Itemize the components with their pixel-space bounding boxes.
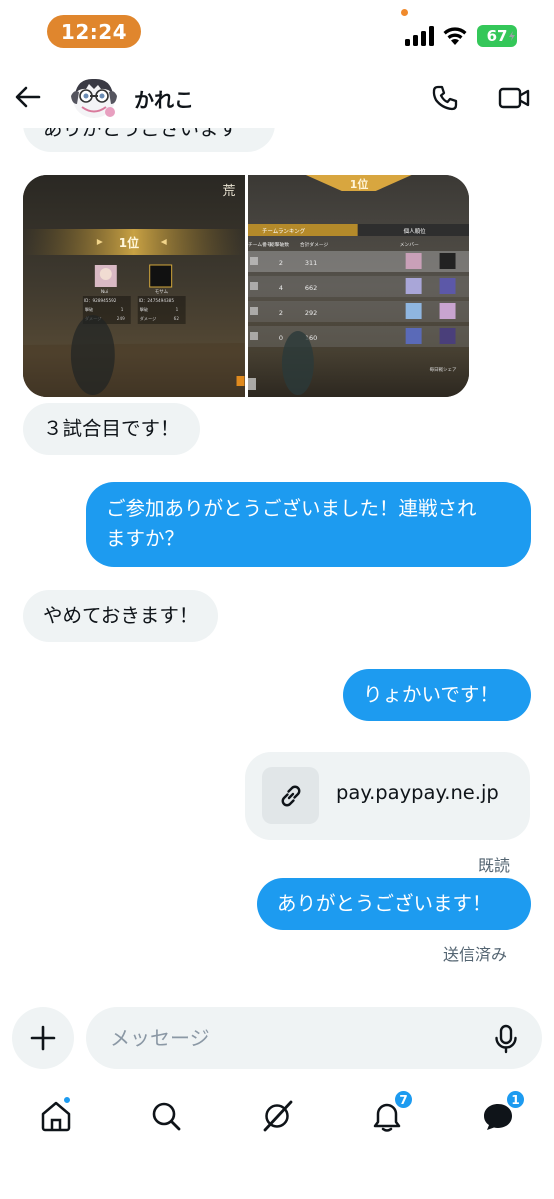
svg-text:ID：928945592: ID：928945592 (84, 298, 117, 303)
rank-label-left: 1位 (119, 235, 139, 250)
game-glyph: 荒 (223, 184, 236, 199)
link-icon (281, 785, 300, 806)
svg-text:62: 62 (174, 316, 180, 321)
svg-text:1: 1 (121, 307, 124, 312)
svg-text:個人順位: 個人順位 (403, 227, 425, 235)
svg-text:1: 1 (176, 307, 179, 312)
notifications-badge: 7 (393, 1089, 414, 1110)
svg-text:2: 2 (278, 259, 282, 267)
bottom-navigation: 7 1 (0, 1086, 554, 1146)
nav-grok[interactable] (253, 1092, 301, 1140)
svg-text:ダメージ: ダメージ (140, 315, 157, 322)
message-bubble-outgoing[interactable]: ご参加ありがとうございました！連戦され ますか？ (86, 482, 531, 567)
message-bubble-incoming[interactable]: やめておきます！ (23, 590, 219, 642)
svg-text:249: 249 (117, 316, 125, 321)
svg-text:撃破: 撃破 (85, 306, 93, 313)
game-result-screenshot-left[interactable]: 荒 1位 Nui モサム ID：928945592 ID：2475494385 … (23, 175, 245, 397)
svg-text:0: 0 (278, 334, 282, 342)
svg-text:チームランキング: チームランキング (261, 227, 305, 235)
cellular-signal-icon (405, 26, 434, 46)
message-composer (0, 1004, 554, 1074)
messages-badge: 1 (505, 1089, 526, 1110)
svg-text:292: 292 (304, 309, 316, 317)
search-icon (152, 1102, 181, 1131)
status-bar: 12:24 67 (0, 0, 554, 62)
message-bubble-incoming[interactable]: ３試合目です！ (23, 403, 200, 455)
svg-text:撃破: 撃破 (140, 306, 148, 313)
message-text-line: ご参加ありがとうございました！連戦され (106, 497, 477, 520)
game-result-screenshot-right[interactable]: 1位 チームランキング 個人順位 チーム番号 総撃破数 合計ダメージ メンバー … (247, 175, 470, 397)
svg-text:ID：2475494385: ID：2475494385 (139, 298, 175, 303)
svg-text:1位: 1位 (349, 177, 368, 191)
back-button[interactable] (10, 79, 46, 115)
svg-text:メンバー: メンバー (399, 242, 418, 248)
svg-text:311: 311 (304, 259, 316, 267)
svg-text:総撃破数: 総撃破数 (269, 241, 288, 248)
link-preview-card[interactable]: pay.paypay.ne.jp (245, 752, 530, 840)
link-domain[interactable]: pay.paypay.ne.jp (336, 781, 499, 804)
message-thread[interactable]: ありがとうございます 荒 1位 Nui モサム ID：928945592 ID：… (0, 110, 554, 980)
wifi-icon (443, 27, 467, 45)
read-receipt: 既読 (478, 856, 511, 875)
nav-notifications[interactable]: 7 (363, 1089, 414, 1140)
voice-message-button[interactable] (488, 1021, 524, 1057)
svg-text:662: 662 (304, 284, 316, 292)
message-text-line: ますか？ (106, 527, 185, 550)
arrow-left-icon (15, 86, 41, 108)
message-bubble-outgoing[interactable]: ありがとうございます！ (257, 878, 531, 930)
nav-search[interactable] (142, 1092, 190, 1140)
video-call-button[interactable] (494, 80, 534, 116)
contact-name[interactable]: かれこ (134, 84, 194, 113)
message-bubble-outgoing[interactable]: りょかいです！ (343, 669, 531, 721)
voice-call-button[interactable] (427, 80, 463, 116)
nav-home[interactable] (32, 1092, 80, 1140)
svg-text:4: 4 (278, 284, 282, 292)
svg-text:Nui: Nui (101, 289, 108, 295)
add-attachment-button[interactable] (12, 1007, 74, 1069)
plus-icon (30, 1025, 56, 1051)
svg-text:合計ダメージ: 合計ダメージ (299, 241, 328, 248)
svg-text:チーム番号: チーム番号 (248, 241, 272, 248)
video-camera-icon (498, 87, 530, 109)
link-icon-container (262, 767, 319, 824)
sent-status: 送信済み (443, 945, 508, 964)
svg-text:毎日戦シェア: 毎日戦シェア (429, 366, 456, 373)
grok-icon (263, 1100, 293, 1132)
battery-charging-icon (509, 31, 515, 41)
privacy-indicator-dot (401, 9, 408, 16)
home-notification-dot (62, 1095, 72, 1105)
status-time: 12:24 (47, 15, 141, 48)
image-attachments[interactable]: 荒 1位 Nui モサム ID：928945592 ID：2475494385 … (23, 175, 469, 397)
phone-icon (432, 85, 458, 111)
contact-avatar[interactable] (68, 74, 120, 120)
microphone-icon (495, 1024, 517, 1054)
message-input[interactable] (86, 1007, 542, 1069)
nav-messages[interactable]: 1 (474, 1089, 526, 1140)
svg-text:2: 2 (278, 309, 282, 317)
conversation-header: かれこ (0, 66, 554, 128)
svg-text:モサム: モサム (155, 289, 169, 295)
